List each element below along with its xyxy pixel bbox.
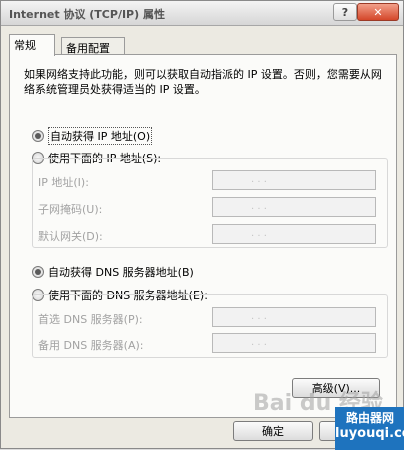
help-button[interactable]: ? — [333, 3, 357, 21]
close-button[interactable]: ✕ — [357, 3, 399, 21]
ok-button[interactable]: 确定 — [233, 421, 313, 441]
default-gateway-value: . . . — [251, 228, 267, 239]
alternate-dns-value: . . . — [251, 337, 267, 348]
tcpip-properties-dialog: Internet 协议 (TCP/IP) 属性 ? ✕ 常规 备用配置 如果网络… — [0, 0, 404, 450]
radio-selected-icon — [32, 266, 44, 278]
tab-alternate-config[interactable]: 备用配置 — [61, 37, 125, 55]
default-gateway-label: 默认网关(D): — [38, 230, 103, 243]
radio-auto-ip[interactable]: 自动获得 IP 地址(O) — [32, 127, 153, 145]
default-gateway-input[interactable]: . . . — [212, 224, 376, 244]
preferred-dns-label: 首选 DNS 服务器(P): — [38, 313, 143, 326]
ip-address-label: IP 地址(I): — [38, 176, 89, 189]
preferred-dns-value: . . . — [251, 311, 267, 322]
alternate-dns-input[interactable]: . . . — [212, 333, 376, 353]
subnet-mask-label: 子网掩码(U): — [38, 203, 103, 216]
radio-auto-dns-label: 自动获得 DNS 服务器地址(B) — [48, 266, 194, 279]
close-icon: ✕ — [373, 5, 383, 19]
title-bar: Internet 协议 (TCP/IP) 属性 ? ✕ — [1, 1, 403, 26]
help-icon: ? — [341, 5, 349, 19]
subnet-mask-value: . . . — [251, 201, 267, 212]
radio-auto-dns[interactable]: 自动获得 DNS 服务器地址(B) — [32, 264, 194, 280]
ip-address-input[interactable]: . . . — [212, 170, 376, 190]
alternate-dns-label: 备用 DNS 服务器(A): — [38, 339, 144, 352]
window-title: Internet 协议 (TCP/IP) 属性 — [9, 8, 165, 21]
preferred-dns-input[interactable]: . . . — [212, 307, 376, 327]
badge-line2: luyouqi.com — [335, 426, 404, 441]
subnet-mask-input[interactable]: . . . — [212, 197, 376, 217]
description-text: 如果网络支持此功能，则可以获取自动指派的 IP 设置。否则，您需要从网络系统管理… — [24, 68, 382, 96]
tab-general[interactable]: 常规 — [9, 34, 55, 56]
badge-line1: 路由器网 — [345, 411, 394, 425]
radio-auto-ip-label: 自动获得 IP 地址(O) — [48, 127, 153, 145]
general-tab-panel: 如果网络支持此功能，则可以获取自动指派的 IP 设置。否则，您需要从网络系统管理… — [9, 54, 397, 418]
radio-selected-icon — [32, 130, 44, 142]
ip-address-value: . . . — [251, 174, 267, 185]
site-badge-watermark: 路由器网 luyouqi.com — [335, 407, 404, 450]
